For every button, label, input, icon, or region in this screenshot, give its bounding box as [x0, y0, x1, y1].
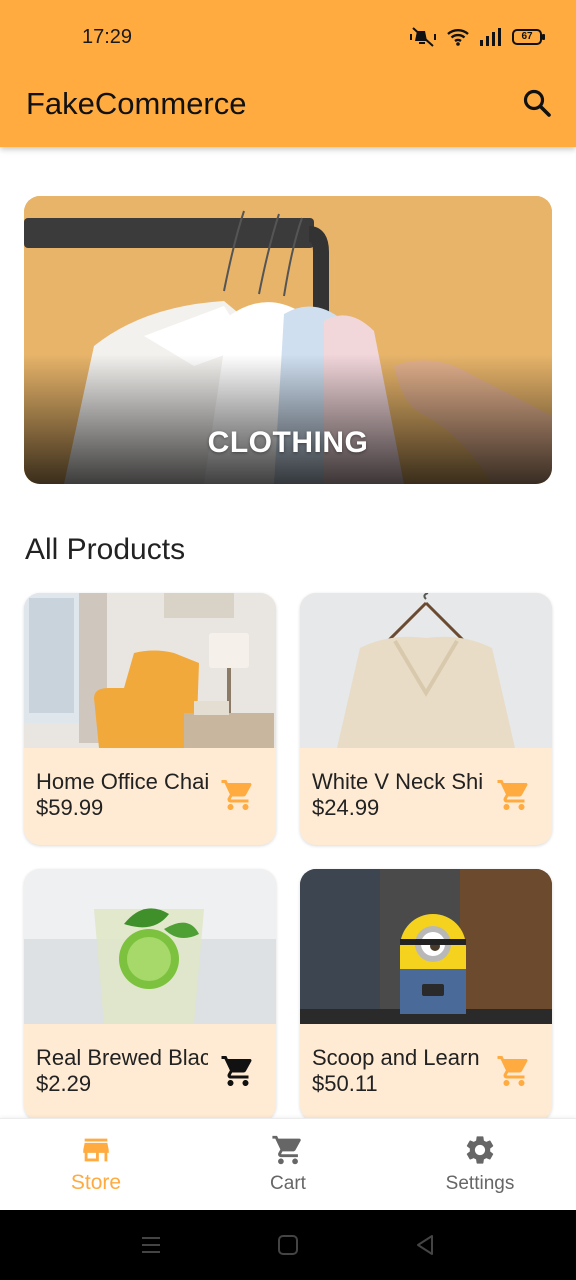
store-content[interactable]: CLOTHING All Products Home Office Chair … — [0, 147, 576, 1118]
product-image-shirt — [300, 593, 552, 748]
product-image-tea — [24, 869, 276, 1024]
status-bar: 17:29 67 — [0, 0, 576, 76]
nav-label-settings: Settings — [445, 1173, 515, 1194]
product-image-chair — [24, 593, 276, 748]
signal-icon — [480, 28, 501, 46]
system-navigation-bar — [0, 1210, 576, 1280]
category-banner-clothing[interactable]: CLOTHING — [24, 196, 552, 484]
gear-icon — [466, 1136, 494, 1164]
nav-item-settings[interactable]: Settings — [384, 1133, 576, 1203]
bottom-navigation: Store Cart Settings — [0, 1118, 576, 1210]
nav-label-cart: Cart — [270, 1173, 306, 1194]
nav-item-cart[interactable]: Cart — [192, 1133, 384, 1203]
app-title: FakeCommerce — [26, 86, 247, 121]
product-price: $2.29 — [36, 1071, 92, 1096]
product-card[interactable]: White V Neck Shirt $24.99 — [300, 593, 552, 845]
product-name: Scoop and Learn — [312, 1045, 480, 1070]
home-icon[interactable] — [277, 1234, 299, 1256]
add-to-cart-icon[interactable] — [220, 777, 256, 813]
status-time: 17:29 — [82, 26, 133, 48]
product-name: Home Office Chair — [36, 769, 208, 794]
product-price: $24.99 — [312, 795, 380, 820]
product-card[interactable]: Home Office Chair $59.99 — [24, 593, 276, 845]
product-price: $50.11 — [312, 1071, 378, 1096]
back-icon[interactable] — [414, 1234, 436, 1256]
section-title: All Products — [25, 533, 186, 566]
product-name: Real Brewed Black Tea — [36, 1045, 208, 1070]
nav-label-store: Store — [70, 1171, 122, 1194]
status-icons: 67 — [410, 26, 545, 48]
mute-vibrate-icon — [410, 27, 436, 47]
battery-indicator: 67 — [512, 29, 545, 45]
add-to-cart-icon[interactable] — [220, 1053, 256, 1089]
add-to-cart-icon[interactable] — [496, 777, 532, 813]
wifi-icon — [447, 29, 469, 46]
store-icon — [83, 1138, 109, 1162]
product-card[interactable]: Scoop and Learn $50.11 — [300, 869, 552, 1118]
product-image-minion — [300, 869, 552, 1024]
nav-item-store[interactable]: Store — [0, 1133, 192, 1203]
product-card[interactable]: Real Brewed Black Tea $2.29 — [24, 869, 276, 1118]
recent-apps-icon[interactable] — [140, 1234, 162, 1256]
product-name: White V Neck Shirt — [312, 769, 484, 794]
banner-label: CLOTHING — [207, 426, 369, 459]
top-app-bar: 17:29 67 FakeCommerce — [0, 0, 576, 147]
search-icon — [523, 89, 551, 117]
product-price: $59.99 — [36, 795, 104, 820]
add-to-cart-icon[interactable] — [496, 1053, 532, 1089]
search-button[interactable] — [518, 84, 556, 122]
cart-icon — [272, 1135, 301, 1165]
